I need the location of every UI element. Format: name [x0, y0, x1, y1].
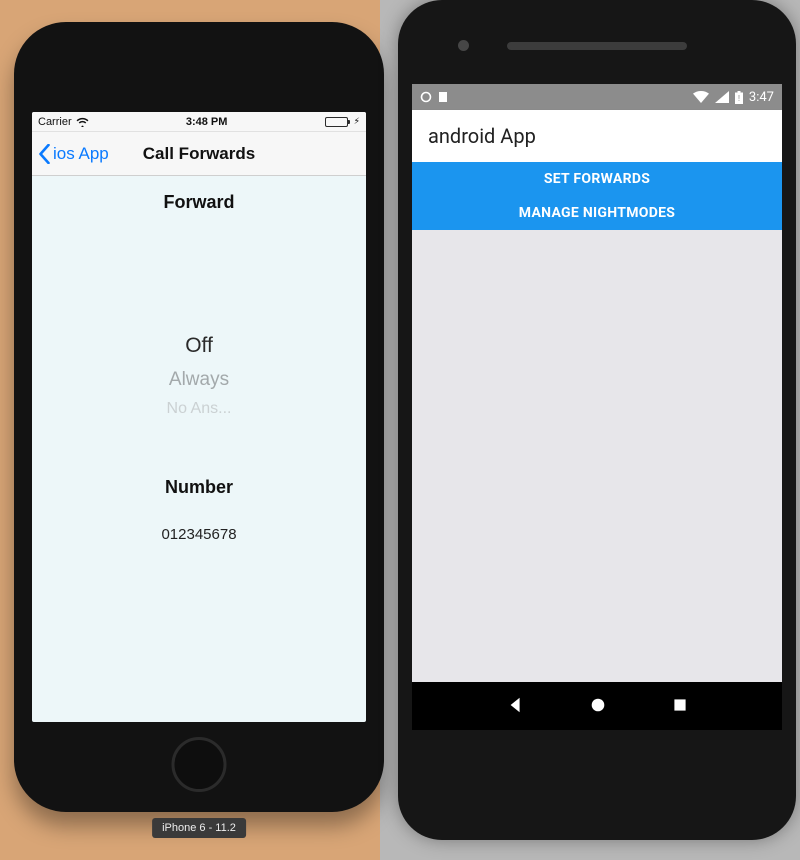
manage-nightmodes-button[interactable]: MANAGE NIGHTMODES: [412, 196, 782, 230]
android-system-nav: [412, 682, 782, 730]
forward-mode-picker[interactable]: Off Always No Ans...: [32, 321, 366, 431]
android-emulator-frame: ! 3:47 android App SET FORWARDS MANAGE N…: [398, 0, 796, 840]
simulator-device-label: iPhone 6 - 11.2: [152, 818, 246, 838]
nav-recents-button[interactable]: [672, 697, 688, 716]
ios-status-bar: Carrier 3:48 PM ⚡︎: [32, 112, 366, 132]
ios-content: Forward Off Always No Ans... Number 0123…: [32, 176, 366, 543]
nav-home-button[interactable]: [589, 696, 607, 717]
picker-option[interactable]: Always: [169, 367, 229, 393]
status-rect-icon: [438, 91, 448, 103]
ios-navigation-bar: ios App Call Forwards: [32, 132, 366, 176]
workspace: Carrier 3:48 PM ⚡︎ ios App Call Forwards: [0, 0, 800, 860]
status-circle-icon: [420, 91, 432, 103]
android-screen: ! 3:47 android App SET FORWARDS MANAGE N…: [412, 84, 782, 730]
charging-icon: ⚡︎: [354, 116, 360, 127]
battery-icon: [325, 117, 348, 127]
carrier-label: Carrier: [38, 116, 72, 128]
set-forwards-label: SET FORWARDS: [544, 171, 650, 187]
cell-signal-icon: [715, 91, 729, 103]
front-camera: [458, 40, 469, 51]
app-title: android App: [428, 124, 536, 148]
android-clock: 3:47: [749, 90, 774, 105]
wifi-icon: [76, 117, 89, 127]
iphone-simulator-frame: Carrier 3:48 PM ⚡︎ ios App Call Forwards: [14, 22, 384, 812]
number-value[interactable]: 012345678: [32, 526, 366, 543]
forward-heading: Forward: [32, 192, 366, 213]
android-status-bar: ! 3:47: [412, 84, 782, 110]
ios-clock: 3:48 PM: [186, 116, 228, 128]
nav-back-button[interactable]: [507, 696, 525, 717]
speaker-grille: [507, 42, 687, 50]
picker-option[interactable]: No Ans...: [167, 398, 232, 420]
number-heading: Number: [32, 477, 366, 498]
home-button[interactable]: [172, 737, 227, 792]
set-forwards-button[interactable]: SET FORWARDS: [412, 162, 782, 196]
picker-option-selected[interactable]: Off: [185, 332, 213, 360]
manage-nightmodes-label: MANAGE NIGHTMODES: [519, 205, 675, 221]
back-button[interactable]: ios App: [38, 144, 109, 164]
iphone-screen: Carrier 3:48 PM ⚡︎ ios App Call Forwards: [32, 112, 366, 722]
back-label: ios App: [53, 144, 109, 164]
battery-icon: !: [735, 91, 743, 104]
svg-text:!: !: [738, 94, 740, 103]
android-appbar: android App: [412, 110, 782, 162]
wifi-icon: [693, 91, 709, 103]
chevron-left-icon: [38, 144, 51, 164]
